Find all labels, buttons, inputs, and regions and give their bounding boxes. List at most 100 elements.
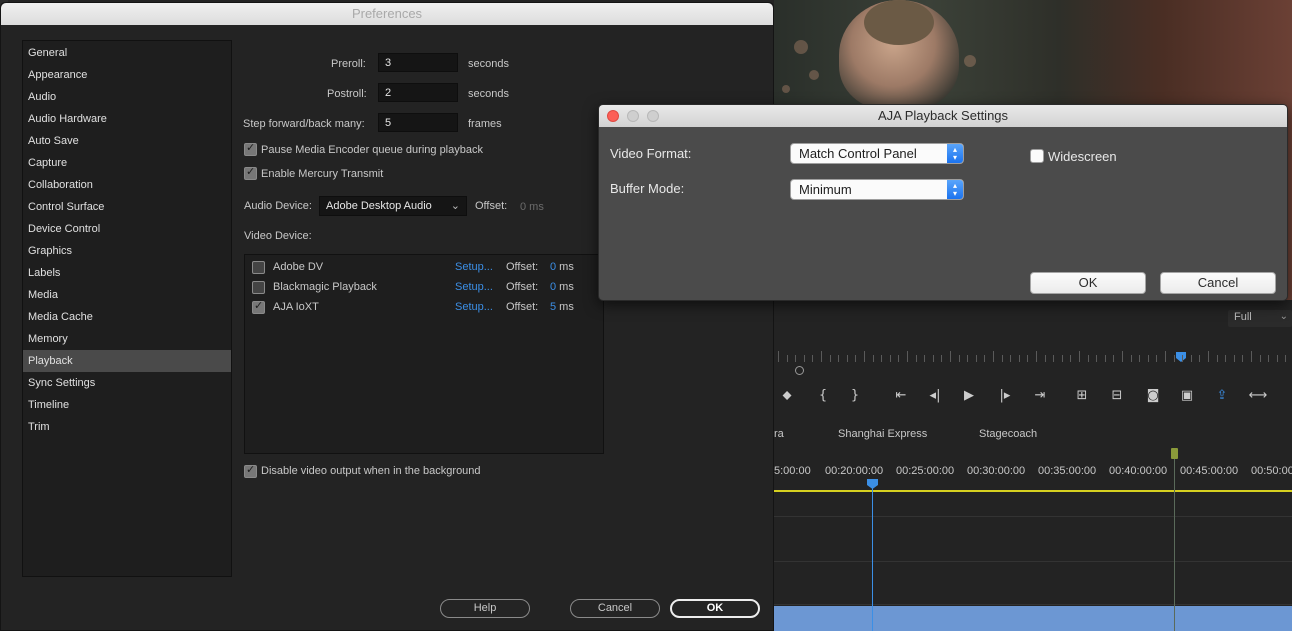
playhead-line[interactable]: [872, 484, 873, 631]
video-device-offset-label: Offset:: [506, 261, 539, 273]
preferences-title: Preferences: [1, 3, 773, 25]
ruler-tick: [1147, 355, 1149, 362]
buffer-mode-label: Buffer Mode:: [610, 181, 685, 196]
timecode-label: 00:25:00:00: [896, 465, 955, 477]
buffer-mode-popup[interactable]: Minimum ▴ ▾: [790, 179, 964, 200]
postroll-input[interactable]: [378, 83, 458, 102]
step-forward-icon[interactable]: |▸: [994, 386, 1016, 406]
minimize-icon[interactable]: [627, 110, 639, 122]
extract-icon[interactable]: ⊟: [1106, 386, 1128, 406]
ruler-tick: [889, 355, 891, 362]
mark-in-icon[interactable]: {: [812, 386, 834, 406]
export-frame-icon[interactable]: ⇪: [1211, 386, 1233, 406]
video-device-checkbox[interactable]: [252, 261, 265, 274]
widescreen-checkbox[interactable]: [1030, 149, 1044, 163]
category-item-control-surface[interactable]: Control Surface: [23, 196, 231, 218]
video-device-setup-link[interactable]: Setup...: [455, 281, 493, 293]
timecode-label: 00:45:00:00: [1180, 465, 1239, 477]
step-back-icon[interactable]: ◂|: [924, 386, 946, 406]
category-item-labels[interactable]: Labels: [23, 262, 231, 284]
monitor-time-ruler[interactable]: [774, 348, 1292, 375]
ruler-tick: [838, 355, 840, 362]
resolution-select[interactable]: Full ⌄: [1228, 310, 1292, 327]
category-item-playback[interactable]: Playback: [23, 350, 231, 372]
category-item-audio-hardware[interactable]: Audio Hardware: [23, 108, 231, 130]
go-to-in-icon[interactable]: ⇤: [890, 386, 912, 406]
ruler-tick: [1259, 355, 1261, 362]
pause-encoder-checkbox[interactable]: [244, 141, 257, 156]
category-item-capture[interactable]: Capture: [23, 152, 231, 174]
category-item-general[interactable]: General: [23, 42, 231, 64]
category-item-device-control[interactable]: Device Control: [23, 218, 231, 240]
ruler-tick: [975, 355, 977, 362]
category-item-sync-settings[interactable]: Sync Settings: [23, 372, 231, 394]
aja-ok-button[interactable]: OK: [1030, 272, 1146, 294]
category-item-media-cache[interactable]: Media Cache: [23, 306, 231, 328]
aja-cancel-button[interactable]: Cancel: [1160, 272, 1276, 294]
ruler-tick: [1044, 355, 1046, 362]
ruler-tick: [1276, 355, 1278, 362]
ruler-tick: [1182, 355, 1184, 362]
sequence-tab[interactable]: ra: [774, 428, 784, 440]
play-icon[interactable]: ▶: [958, 386, 980, 406]
ruler-tick: [967, 355, 969, 362]
offset-unit: ms: [556, 301, 574, 313]
video-device-setup-link[interactable]: Setup...: [455, 261, 493, 273]
mark-out-icon[interactable]: }: [844, 386, 866, 406]
sequence-marker[interactable]: [1171, 448, 1178, 459]
screen: Er 28 28 04 Full ⌄ ⬥ { } ⇤ ◂| ▶ |▸ ⇥ ⊞ ⊟…: [0, 0, 1292, 631]
category-item-appearance[interactable]: Appearance: [23, 64, 231, 86]
ruler-tick: [958, 355, 960, 362]
work-area-bar[interactable]: [774, 490, 1292, 492]
step-input[interactable]: [378, 113, 458, 132]
video-device-checkbox[interactable]: [252, 299, 265, 314]
disable-bg-output-label: Disable video output when in the backgro…: [261, 465, 481, 477]
ruler-tick: [1113, 355, 1115, 362]
category-item-trim[interactable]: Trim: [23, 416, 231, 438]
timecode-label: 00:40:00:00: [1109, 465, 1168, 477]
video-format-popup[interactable]: Match Control Panel ▴ ▾: [790, 143, 964, 164]
ruler-tick: [1130, 355, 1132, 362]
ruler-tick: [1079, 351, 1080, 362]
lift-icon[interactable]: ⊞: [1071, 386, 1093, 406]
category-item-media[interactable]: Media: [23, 284, 231, 306]
sequence-tab[interactable]: Stagecoach: [979, 428, 1037, 440]
mercury-transmit-checkbox[interactable]: [244, 165, 257, 180]
ruler-tick: [1139, 355, 1141, 362]
disable-bg-output-checkbox[interactable]: [244, 463, 257, 478]
widescreen-label: Widescreen: [1048, 149, 1117, 164]
audio-device-select[interactable]: Adobe Desktop Audio ⌄: [319, 196, 467, 216]
playhead-marker[interactable]: [1176, 352, 1186, 362]
video-device-checkbox[interactable]: [252, 281, 265, 294]
comparison-view-icon[interactable]: ▣: [1176, 386, 1198, 406]
go-to-out-icon[interactable]: ⇥: [1029, 386, 1051, 406]
help-button[interactable]: Help: [440, 599, 530, 618]
marker-icon[interactable]: ⬥: [776, 386, 798, 406]
ruler-tick: [1061, 355, 1063, 362]
ok-button[interactable]: OK: [670, 599, 760, 618]
timeline-playhead[interactable]: [867, 479, 878, 489]
preroll-label: Preroll:: [331, 58, 366, 70]
category-item-collaboration[interactable]: Collaboration: [23, 174, 231, 196]
pause-encoder-label: Pause Media Encoder queue during playbac…: [261, 144, 483, 156]
video-device-row: Adobe DV Setup... Offset: 0 ms: [245, 258, 603, 278]
video-clip[interactable]: [774, 606, 1292, 631]
zoom-icon[interactable]: [647, 110, 659, 122]
preroll-input[interactable]: [378, 53, 458, 72]
category-item-timeline[interactable]: Timeline: [23, 394, 231, 416]
cancel-button[interactable]: Cancel: [570, 599, 660, 618]
category-item-audio[interactable]: Audio: [23, 86, 231, 108]
close-icon[interactable]: [607, 110, 619, 122]
trim-icon[interactable]: ⟷: [1247, 386, 1269, 406]
category-item-graphics[interactable]: Graphics: [23, 240, 231, 262]
category-item-memory[interactable]: Memory: [23, 328, 231, 350]
aja-title-bar: AJA Playback Settings: [599, 105, 1287, 127]
video-device-setup-link[interactable]: Setup...: [455, 301, 493, 313]
zoom-handle[interactable]: [795, 366, 804, 375]
ruler-tick: [1018, 355, 1020, 362]
camera-icon[interactable]: ◙: [1142, 386, 1164, 406]
category-item-auto-save[interactable]: Auto Save: [23, 130, 231, 152]
ruler-tick: [855, 355, 857, 362]
ruler-tick: [1225, 355, 1227, 362]
sequence-tab[interactable]: Shanghai Express: [838, 428, 927, 440]
